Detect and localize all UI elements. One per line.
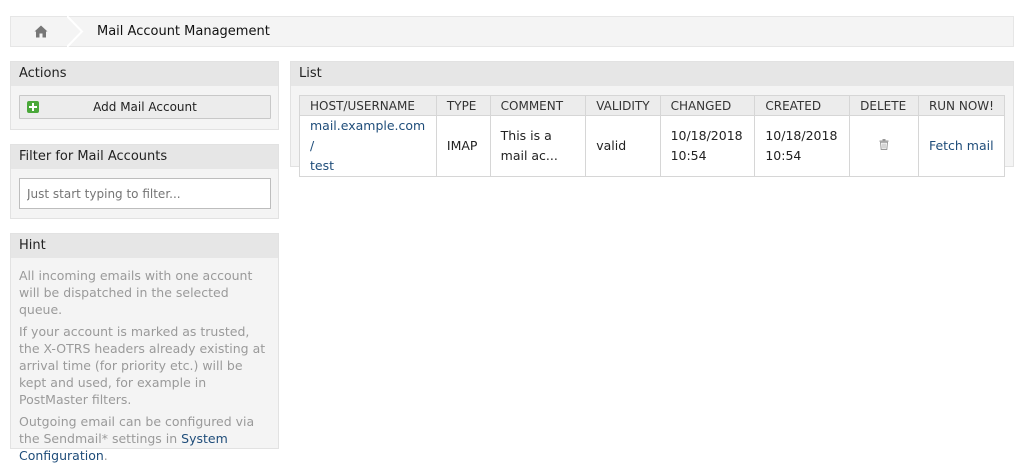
list-panel: List HOST/USERNAME TYPE COMMENT VALIDITY… <box>290 61 1014 177</box>
column-header-validity[interactable]: VALIDITY <box>585 95 661 116</box>
created-time: 10:54 <box>765 148 802 163</box>
created-date: 10/18/2018 <box>765 128 838 143</box>
changed-time: 10:54 <box>670 148 707 163</box>
list-header: List <box>291 62 1013 86</box>
trash-icon[interactable] <box>879 136 889 156</box>
filter-input[interactable] <box>19 178 271 209</box>
column-header-host[interactable]: HOST/USERNAME <box>299 95 437 116</box>
plus-icon <box>27 101 39 113</box>
comment-cell: This is a mail ac... <box>489 115 587 177</box>
host-line-1[interactable]: mail.example.com / <box>310 118 425 153</box>
column-header-changed[interactable]: CHANGED <box>659 95 756 116</box>
column-header-delete: DELETE <box>849 95 919 116</box>
changed-date: 10/18/2018 <box>670 128 743 143</box>
mail-accounts-table: HOST/USERNAME TYPE COMMENT VALIDITY CHAN… <box>299 95 1006 177</box>
page-title: Mail Account Management <box>97 24 270 39</box>
type-cell: IMAP <box>435 115 491 177</box>
column-header-created[interactable]: CREATED <box>754 95 851 116</box>
hint-header: Hint <box>11 234 278 258</box>
validity-cell: valid <box>585 115 661 177</box>
hint-paragraph-3: Outgoing email can be configured via the… <box>19 413 270 464</box>
hint-paragraph-2: If your account is marked as trusted, th… <box>19 324 266 407</box>
host-line-2[interactable]: test <box>310 158 334 173</box>
hint-paragraph-3-end: . <box>103 448 108 463</box>
actions-panel: Actions Add Mail Account <box>10 61 279 130</box>
column-header-type[interactable]: TYPE <box>435 95 491 116</box>
breadcrumb-home[interactable] <box>11 17 71 46</box>
add-mail-account-button[interactable]: Add Mail Account <box>19 95 271 119</box>
hint-panel: Hint All incoming emails with one accoun… <box>10 233 279 463</box>
add-mail-account-label: Add Mail Account <box>93 100 197 114</box>
delete-cell <box>849 115 919 177</box>
filter-panel: Filter for Mail Accounts <box>10 144 279 219</box>
comment-line-2: mail ac... <box>500 148 558 163</box>
table-header-row: HOST/USERNAME TYPE COMMENT VALIDITY CHAN… <box>299 95 1006 116</box>
home-icon <box>34 25 48 38</box>
actions-header: Actions <box>11 62 278 86</box>
changed-cell: 10/18/2018 10:54 <box>659 115 756 177</box>
hint-paragraph-1: All incoming emails with one account wil… <box>19 268 253 317</box>
column-header-comment[interactable]: COMMENT <box>489 95 587 116</box>
breadcrumb: Mail Account Management <box>10 16 1014 47</box>
filter-header: Filter for Mail Accounts <box>11 145 278 169</box>
column-header-run-now: RUN NOW! <box>917 95 1006 116</box>
host-cell[interactable]: mail.example.com / test <box>299 115 437 177</box>
created-cell: 10/18/2018 10:54 <box>754 115 851 177</box>
comment-line-1: This is a <box>500 128 552 143</box>
table-row[interactable]: mail.example.com / test IMAP This is a m… <box>299 115 1006 177</box>
fetch-mail-link[interactable]: Fetch mail <box>917 115 1006 177</box>
hint-body: All incoming emails with one account wil… <box>11 258 278 464</box>
